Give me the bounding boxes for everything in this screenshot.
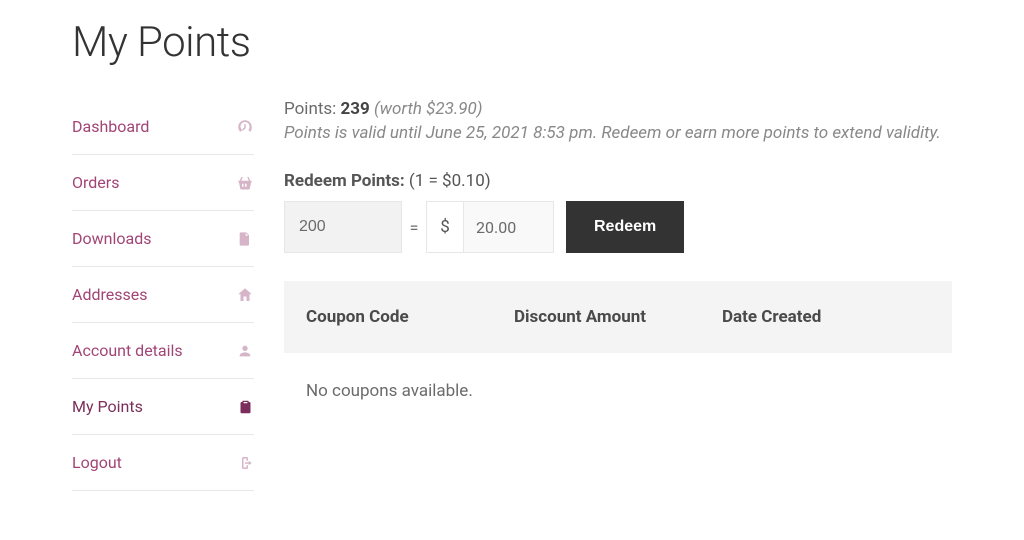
signout-icon <box>236 454 254 472</box>
sidebar-item-orders[interactable]: Orders <box>72 155 254 211</box>
coupon-col-code: Coupon Code <box>306 307 514 327</box>
coupon-col-date: Date Created <box>722 307 930 327</box>
currency-symbol: $ <box>426 201 464 253</box>
points-worth: (worth $23.90) <box>374 99 483 119</box>
redeem-title-rate: (1 = $0.10) <box>405 171 491 191</box>
coupon-col-discount: Discount Amount <box>514 307 722 327</box>
points-value: 239 <box>341 99 370 119</box>
basket-icon <box>236 174 254 192</box>
sidebar-item-account-details[interactable]: Account details <box>72 323 254 379</box>
redeem-title: Redeem Points: (1 = $0.10) <box>284 171 952 191</box>
file-icon <box>236 230 254 248</box>
dashboard-icon <box>236 118 254 136</box>
points-label: Points: <box>284 99 336 119</box>
sidebar-item-addresses[interactable]: Addresses <box>72 267 254 323</box>
sidebar-item-label: Orders <box>72 173 119 192</box>
sidebar-item-label: Account details <box>72 341 183 360</box>
page-title: My Points <box>72 0 952 99</box>
sidebar-item-label: Logout <box>72 453 122 472</box>
points-summary: Points: 239 (worth $23.90) <box>284 99 952 119</box>
sidebar-item-dashboard[interactable]: Dashboard <box>72 99 254 155</box>
main-content: Points: 239 (worth $23.90) Points is val… <box>284 99 952 491</box>
home-icon <box>236 286 254 304</box>
clipboard-icon <box>236 398 254 416</box>
account-sidebar: Dashboard Orders Downloads Addresses Acc… <box>72 99 254 491</box>
sidebar-item-label: Addresses <box>72 285 148 304</box>
coupons-empty-message: No coupons available. <box>284 353 952 429</box>
sidebar-item-label: Dashboard <box>72 117 149 136</box>
coupons-table: Coupon Code Discount Amount Date Created… <box>284 281 952 429</box>
redeem-form: = $ 20.00 Redeem <box>284 201 952 253</box>
sidebar-item-label: My Points <box>72 397 143 416</box>
redeem-title-bold: Redeem Points: <box>284 171 405 191</box>
sidebar-item-logout[interactable]: Logout <box>72 435 254 491</box>
redeem-button[interactable]: Redeem <box>566 201 684 253</box>
user-icon <box>236 342 254 360</box>
sidebar-item-my-points[interactable]: My Points <box>72 379 254 435</box>
redeem-amount-display: 20.00 <box>464 201 554 253</box>
points-validity: Points is valid until June 25, 2021 8:53… <box>284 123 952 143</box>
sidebar-item-label: Downloads <box>72 229 151 248</box>
equals-symbol: = <box>402 201 426 253</box>
sidebar-item-downloads[interactable]: Downloads <box>72 211 254 267</box>
redeem-points-input[interactable] <box>284 201 402 253</box>
coupons-header-row: Coupon Code Discount Amount Date Created <box>284 281 952 353</box>
